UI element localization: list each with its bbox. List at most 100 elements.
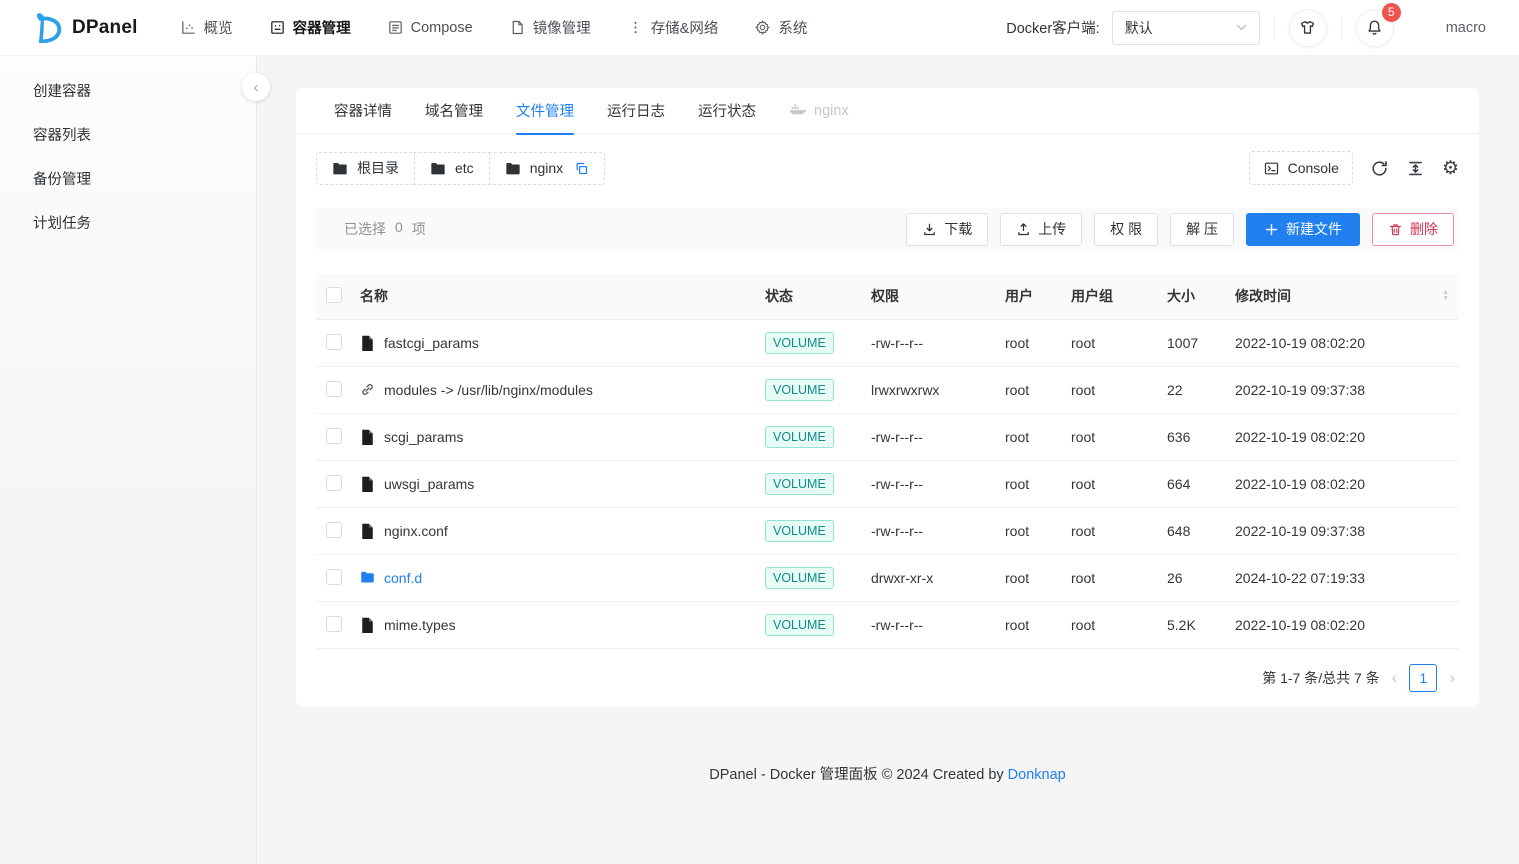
nav-label: 容器管理 xyxy=(292,21,351,37)
page-number[interactable]: 1 xyxy=(1409,664,1438,692)
cell-status: VOLUME xyxy=(765,426,871,448)
file-icon xyxy=(360,335,375,351)
sort-icon[interactable]: ▲ ▼ xyxy=(1442,289,1449,302)
cell-mtime: 2024-10-22 07:19:33 xyxy=(1235,570,1365,586)
docker-whale-icon xyxy=(789,103,806,118)
settings-gear-icon[interactable]: ⚙ xyxy=(1442,159,1459,178)
cell-user: root xyxy=(1005,617,1030,633)
cell-status: VOLUME xyxy=(765,520,871,542)
user-menu[interactable]: macro xyxy=(1446,20,1486,36)
file-name: uwsgi_params xyxy=(384,476,475,492)
cell-name: modules -> /usr/lib/nginx/modules xyxy=(360,382,765,398)
cell-size: 664 xyxy=(1167,476,1191,492)
new-file-button[interactable]: 新建文件 xyxy=(1246,212,1360,246)
cell-size: 1007 xyxy=(1167,335,1199,351)
cell-user: root xyxy=(1005,335,1030,351)
nav-images[interactable]: 镜像管理 xyxy=(509,17,591,38)
nav-containers[interactable]: 容器管理 xyxy=(269,17,351,38)
tab-domain[interactable]: 域名管理 xyxy=(425,88,483,134)
tab-logs[interactable]: 运行日志 xyxy=(607,88,665,134)
row-checkbox[interactable] xyxy=(326,380,342,397)
file-toolbar: 根目录 etc nginx Console ⚙ xyxy=(316,151,1459,185)
col-user: 用户 xyxy=(1005,288,1033,304)
main-nav: 概览 容器管理 Compose 镜像管理 存储&网络 系统 xyxy=(180,17,807,38)
header-right: Docker客户端: 默认 5 macro xyxy=(1006,2,1486,47)
table-row[interactable]: fastcgi_params VOLUME -rw-r--r-- root root 10… xyxy=(316,320,1459,367)
footer-link-donknap[interactable]: Donknap xyxy=(1008,767,1066,783)
table-row[interactable]: nginx.conf VOLUME -rw-r--r-- root root 648 202… xyxy=(316,508,1459,555)
tab-status[interactable]: 运行状态 xyxy=(698,88,756,134)
cell-checkbox xyxy=(316,427,360,447)
nav-storage[interactable]: 存储&网络 xyxy=(627,17,718,38)
row-checkbox[interactable] xyxy=(326,615,342,632)
breadcrumb-segment-根目录[interactable]: 根目录 xyxy=(316,151,415,185)
cell-mtime: 2022-10-19 08:02:20 xyxy=(1235,335,1365,351)
row-checkbox[interactable] xyxy=(326,333,342,350)
unzip-button[interactable]: 解 压 xyxy=(1170,212,1234,246)
row-checkbox[interactable] xyxy=(326,568,342,585)
row-checkbox[interactable] xyxy=(326,521,342,538)
select-all-checkbox[interactable] xyxy=(326,286,342,303)
docker-client-select[interactable]: 默认 xyxy=(1111,10,1260,45)
permission-button[interactable]: 权 限 xyxy=(1094,212,1159,246)
row-checkbox[interactable] xyxy=(326,427,342,444)
nav-compose[interactable]: Compose xyxy=(387,19,473,36)
nav-system[interactable]: 系统 xyxy=(754,17,807,38)
cell-name: uwsgi_params xyxy=(360,476,765,492)
notifications-button[interactable]: 5 xyxy=(1355,2,1401,47)
sidebar-item-container-list[interactable]: 容器列表 xyxy=(0,112,256,156)
sidebar-item-backup[interactable]: 备份管理 xyxy=(0,156,256,200)
sidebar-collapse-button[interactable]: ‹ xyxy=(242,73,270,101)
cell-status: VOLUME xyxy=(765,614,871,636)
breadcrumb-label: nginx xyxy=(529,160,564,176)
table-row[interactable]: modules -> /usr/lib/nginx/modules VOLUME l… xyxy=(316,367,1459,414)
col-mtime: 修改时间 xyxy=(1235,288,1291,304)
image-icon xyxy=(509,19,526,36)
file-table: 名称 状态 权限 用户 用户组 大小 修改时间 ▲ ▼ fastcgi_param… xyxy=(316,273,1459,649)
upload-button[interactable]: 上传 xyxy=(1000,212,1083,246)
divider xyxy=(1273,15,1275,40)
breadcrumb-segment-nginx[interactable]: nginx xyxy=(488,151,606,185)
refresh-icon[interactable] xyxy=(1370,159,1389,178)
console-button[interactable]: Console xyxy=(1248,151,1353,185)
sidebar-item-create-container[interactable]: 创建容器 xyxy=(0,68,256,112)
row-checkbox[interactable] xyxy=(326,474,342,491)
table-row[interactable]: scgi_params VOLUME -rw-r--r-- root root 636 20… xyxy=(316,414,1459,461)
cell-mtime: 2022-10-19 08:02:20 xyxy=(1235,617,1365,633)
cell-checkbox xyxy=(316,380,360,400)
file-name-link[interactable]: conf.d xyxy=(384,570,422,586)
nav-overview[interactable]: 概览 xyxy=(180,17,233,38)
tab-files[interactable]: 文件管理 xyxy=(516,88,574,135)
cell-perm: -rw-r--r-- xyxy=(871,617,924,633)
brand-name: DPanel xyxy=(72,16,138,38)
copy-path-icon[interactable] xyxy=(574,161,589,176)
cell-user: root xyxy=(1005,476,1030,492)
breadcrumb-segment-etc[interactable]: etc xyxy=(414,151,490,185)
cell-name: fastcgi_params xyxy=(360,335,765,351)
nav-label: 镜像管理 xyxy=(532,21,591,37)
status-badge: VOLUME xyxy=(765,379,834,401)
gear-icon xyxy=(754,19,771,36)
cell-checkbox xyxy=(316,615,360,635)
brand[interactable]: DPanel xyxy=(33,12,138,44)
cell-size: 5.2K xyxy=(1167,617,1196,633)
cell-status: VOLUME xyxy=(765,379,871,401)
pagination: 第 1-7 条/总共 7 条 ‹ 1 › xyxy=(316,649,1459,707)
download-button[interactable]: 下载 xyxy=(906,212,989,246)
theme-skin-button[interactable] xyxy=(1288,8,1327,47)
delete-button[interactable]: 删除 xyxy=(1372,212,1454,246)
table-row[interactable]: uwsgi_params VOLUME -rw-r--r-- root root 664 2… xyxy=(316,461,1459,508)
sidebar-item-scheduled-tasks[interactable]: 计划任务 xyxy=(0,200,256,244)
prev-page-arrow[interactable]: ‹ xyxy=(1390,668,1400,688)
notification-badge: 5 xyxy=(1381,2,1401,22)
row-height-icon[interactable] xyxy=(1406,159,1425,178)
tab-container-detail[interactable]: 容器详情 xyxy=(334,88,392,134)
table-row[interactable]: mime.types VOLUME -rw-r--r-- root root 5.2K 20… xyxy=(316,602,1459,649)
table-row[interactable]: conf.d VOLUME drwxr-xr-x root root 26 2024-10-… xyxy=(316,555,1459,602)
cell-group: root xyxy=(1071,523,1096,539)
console-label: Console xyxy=(1287,160,1339,176)
upload-icon xyxy=(1018,222,1030,235)
cell-size: 636 xyxy=(1167,429,1191,445)
next-page-arrow[interactable]: › xyxy=(1447,668,1457,688)
cell-perm: -rw-r--r-- xyxy=(871,335,924,351)
